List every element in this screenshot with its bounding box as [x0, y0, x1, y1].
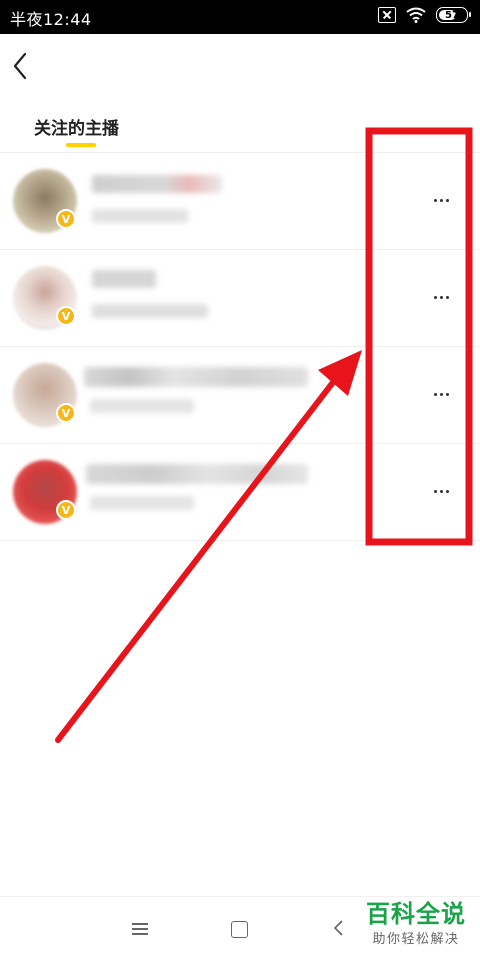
- tab-followed-anchors[interactable]: 关注的主播: [34, 114, 119, 139]
- verified-badge: V: [56, 500, 76, 520]
- watermark-logo: 百科全说 助你轻松解决: [366, 900, 466, 947]
- watermark-subtitle: 助你轻松解决: [372, 932, 460, 947]
- fans-redacted: [92, 304, 208, 318]
- list-item[interactable]: V: [0, 250, 480, 347]
- fans-redacted: [90, 496, 194, 510]
- battery-level: 57: [445, 9, 459, 21]
- fans-redacted: [92, 209, 188, 223]
- verified-badge: V: [56, 209, 76, 229]
- more-options-button[interactable]: [428, 187, 454, 213]
- watermark-title: 百科全说: [366, 900, 466, 928]
- more-options-button[interactable]: [428, 284, 454, 310]
- back-triangle-icon[interactable]: [332, 919, 344, 937]
- status-icons: 57: [378, 7, 471, 23]
- list-item[interactable]: V: [0, 444, 480, 541]
- name-redacted: [86, 464, 308, 484]
- followed-anchor-list: V V V V: [0, 153, 480, 541]
- tab-bar: 关注的主播: [0, 100, 480, 153]
- chevron-left-icon: [13, 52, 27, 80]
- fans-redacted: [90, 399, 194, 413]
- battery-icon: 57: [436, 7, 471, 23]
- tab-active-indicator: [66, 143, 96, 147]
- more-options-button[interactable]: [428, 381, 454, 407]
- list-item[interactable]: V: [0, 347, 480, 444]
- name-redacted: [92, 270, 156, 288]
- name-redacted: [84, 367, 308, 387]
- menu-icon[interactable]: [132, 923, 148, 935]
- wifi-icon: [406, 7, 426, 23]
- list-item[interactable]: V: [0, 153, 480, 250]
- home-square-icon[interactable]: [231, 921, 248, 938]
- notification-x-icon: [378, 7, 396, 23]
- more-options-button[interactable]: [428, 478, 454, 504]
- status-bar: 半夜12:44 57: [0, 0, 480, 34]
- status-time: 半夜12:44: [10, 10, 92, 29]
- name-redacted: [92, 175, 222, 193]
- verified-badge: V: [56, 306, 76, 326]
- verified-badge: V: [56, 403, 76, 423]
- back-button[interactable]: [8, 48, 38, 84]
